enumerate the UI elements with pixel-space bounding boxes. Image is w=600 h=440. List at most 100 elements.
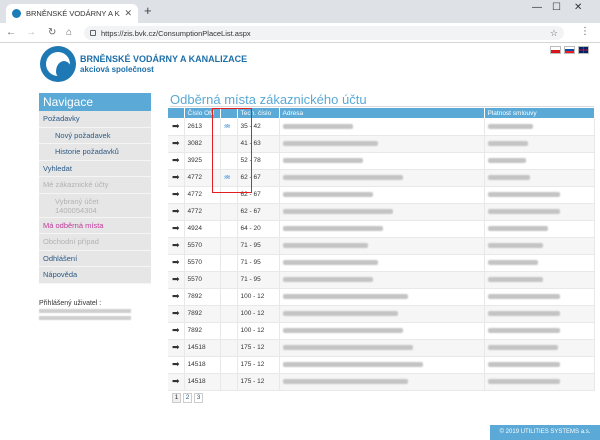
table-row[interactable]: ➡ 7892 100 - 12 — [168, 322, 595, 340]
sidebar-item-odhlaseni[interactable]: Odhlášení — [39, 251, 151, 267]
table-row[interactable]: ➡ 14518 175 - 12 — [168, 339, 595, 357]
om-number-cell: 5570 — [184, 271, 221, 289]
row-detail-arrow-icon[interactable]: ➡ — [168, 254, 185, 272]
language-switcher — [550, 46, 589, 54]
tech-number-cell: 71 - 95 — [237, 254, 280, 272]
address-cell — [279, 169, 485, 187]
browser-menu-icon[interactable]: ⋮ — [580, 26, 590, 37]
address-redacted — [282, 276, 373, 282]
row-detail-arrow-icon[interactable]: ➡ — [168, 373, 185, 391]
water-drop-icon — [56, 61, 72, 79]
validity-redacted — [487, 191, 560, 197]
table-row[interactable]: ➡ 7892 100 - 12 — [168, 305, 595, 323]
new-tab-icon[interactable]: + — [144, 4, 152, 18]
meter-icon[interactable]: ♒ — [224, 173, 231, 182]
home-icon[interactable]: ⌂ — [66, 27, 72, 38]
row-detail-arrow-icon[interactable]: ➡ — [168, 271, 185, 289]
flag-sk-icon[interactable] — [564, 46, 575, 54]
tech-number-cell: 62 - 67 — [237, 203, 280, 221]
table-row[interactable]: ➡ 14518 175 - 12 — [168, 373, 595, 391]
address-cell — [279, 288, 485, 306]
row-detail-arrow-icon[interactable]: ➡ — [168, 135, 185, 153]
row-detail-arrow-icon[interactable]: ➡ — [168, 305, 185, 323]
sidebar-item-odberna-mista[interactable]: Má odběrná místa — [39, 218, 151, 234]
address-cell — [279, 373, 485, 391]
page-3[interactable]: 3 — [194, 393, 203, 403]
icon-cell — [220, 271, 238, 289]
om-number-cell: 4772 — [184, 203, 221, 221]
tech-number-cell: 41 - 63 — [237, 135, 280, 153]
icon-cell — [220, 373, 238, 391]
address-cell — [279, 356, 485, 374]
table-row[interactable]: ➡ 4772 62 - 67 — [168, 203, 595, 221]
row-detail-arrow-icon[interactable]: ➡ — [168, 288, 185, 306]
tech-number-cell: 175 - 12 — [237, 356, 280, 374]
tech-number-cell: 71 - 95 — [237, 271, 280, 289]
forward-icon[interactable]: → — [26, 27, 36, 38]
address-cell — [279, 220, 485, 238]
close-window-icon[interactable]: ✕ — [574, 2, 582, 13]
icon-cell — [220, 356, 238, 374]
reload-icon[interactable]: ↻ — [48, 27, 56, 38]
table-row[interactable]: ➡ 14518 175 - 12 — [168, 356, 595, 374]
table-row[interactable]: ➡ 3925 52 - 78 — [168, 152, 595, 170]
row-detail-arrow-icon[interactable]: ➡ — [168, 186, 185, 204]
table-header-row: Číslo OM Tech. číslo Adresa Platnost sml… — [168, 108, 595, 118]
row-detail-arrow-icon[interactable]: ➡ — [168, 322, 185, 340]
page-1[interactable]: 1 — [172, 393, 181, 403]
bookmark-star-icon[interactable]: ☆ — [550, 28, 558, 39]
row-detail-arrow-icon[interactable]: ➡ — [168, 169, 185, 187]
om-number-cell: 4772 — [184, 186, 221, 204]
table-row[interactable]: ➡ 4772 ♒ 62 - 67 — [168, 169, 595, 187]
minimize-icon[interactable]: — — [532, 2, 542, 13]
contract-validity-cell — [484, 135, 595, 153]
address-redacted — [282, 140, 378, 146]
consumption-places-table: Číslo OM Tech. číslo Adresa Platnost sml… — [168, 108, 595, 391]
table-row[interactable]: ➡ 3082 41 - 63 — [168, 135, 595, 153]
sidebar: Navigace Požadavky Nový požadavek Histor… — [39, 93, 151, 284]
row-detail-arrow-icon[interactable]: ➡ — [168, 356, 185, 374]
col-om-number: Číslo OM — [184, 108, 221, 118]
address-redacted — [282, 378, 408, 384]
validity-redacted — [487, 242, 543, 248]
flag-uk-icon[interactable] — [578, 46, 589, 54]
om-number-cell: 2613 — [184, 118, 221, 136]
browser-tab[interactable]: BRNĚNSKÉ VODÁRNY A KANALIZ ✕ — [6, 4, 138, 23]
table-row[interactable]: ➡ 5570 71 - 95 — [168, 271, 595, 289]
table-row[interactable]: ➡ 7892 100 - 12 — [168, 288, 595, 306]
table-row[interactable]: ➡ 2613 ♒ 35 - 42 — [168, 118, 595, 136]
row-detail-arrow-icon[interactable]: ➡ — [168, 339, 185, 357]
tech-number-cell: 100 - 12 — [237, 305, 280, 323]
url-input[interactable]: https://zis.bvk.cz/ConsumptionPlaceList.… — [84, 26, 564, 40]
meter-icon[interactable]: ♒ — [224, 122, 231, 131]
om-number-cell: 3082 — [184, 135, 221, 153]
validity-redacted — [487, 259, 538, 265]
om-number-cell: 5570 — [184, 254, 221, 272]
company-logo[interactable] — [40, 46, 76, 82]
icon-cell — [220, 186, 238, 204]
back-icon[interactable]: ← — [6, 27, 16, 38]
row-detail-arrow-icon[interactable]: ➡ — [168, 237, 185, 255]
table-row[interactable]: ➡ 5570 71 - 95 — [168, 254, 595, 272]
sidebar-item-napoveda[interactable]: Nápověda — [39, 267, 151, 284]
contract-validity-cell — [484, 305, 595, 323]
row-detail-arrow-icon[interactable]: ➡ — [168, 220, 185, 238]
icon-cell — [220, 339, 238, 357]
table-row[interactable]: ➡ 5570 71 - 95 — [168, 237, 595, 255]
row-detail-arrow-icon[interactable]: ➡ — [168, 203, 185, 221]
table-row[interactable]: ➡ 4772 62 - 67 — [168, 186, 595, 204]
favicon-icon — [12, 9, 21, 18]
contract-validity-cell — [484, 152, 595, 170]
icon-cell — [220, 135, 238, 153]
sidebar-item-pozadavky[interactable]: Požadavky — [39, 111, 151, 128]
row-detail-arrow-icon[interactable]: ➡ — [168, 152, 185, 170]
close-tab-icon[interactable]: ✕ — [124, 8, 132, 19]
sidebar-item-novy-pozadavek[interactable]: Nový požadavek — [39, 128, 151, 144]
sidebar-item-vyhledat[interactable]: Vyhledat — [39, 161, 151, 177]
flag-cz-icon[interactable] — [550, 46, 561, 54]
row-detail-arrow-icon[interactable]: ➡ — [168, 118, 185, 136]
table-row[interactable]: ➡ 4924 64 - 20 — [168, 220, 595, 238]
sidebar-item-historie-pozadavku[interactable]: Historie požadavků — [39, 144, 151, 161]
page-2[interactable]: 2 — [183, 393, 192, 403]
maximize-icon[interactable]: ☐ — [552, 2, 561, 13]
